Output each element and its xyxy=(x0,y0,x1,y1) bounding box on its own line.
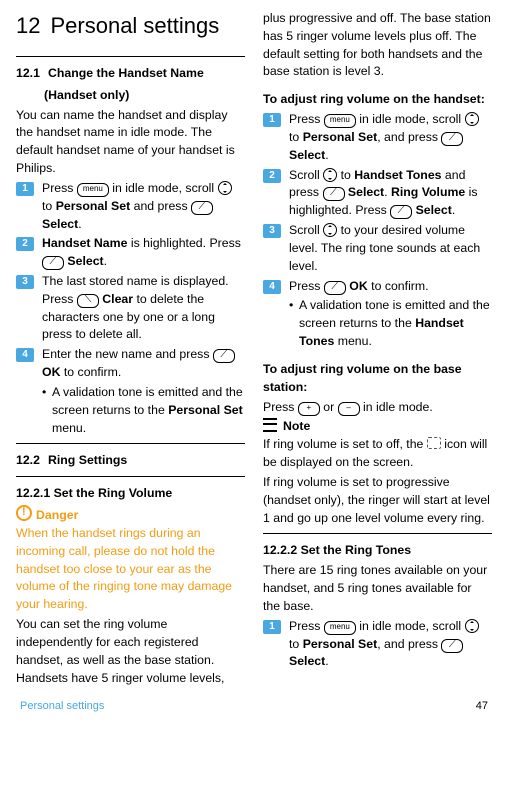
section-12-1-steps: 1 Press menu in idle mode, scroll to Per… xyxy=(16,180,245,438)
danger-text: When the handset rings during an incomin… xyxy=(16,525,245,614)
footer-section: Personal settings xyxy=(20,699,104,715)
plus-key-icon: + xyxy=(298,402,320,416)
menu-key-icon: menu xyxy=(324,114,356,128)
step-badge: 1 xyxy=(263,113,281,127)
step-4-note: • A validation tone is emitted and the s… xyxy=(16,384,245,437)
left-softkey-icon xyxy=(42,256,64,270)
chapter-number: 12 xyxy=(16,10,40,42)
left-softkey-icon xyxy=(441,639,463,653)
rt-step-1: 1 Press menu in idle mode, scroll to Per… xyxy=(263,618,492,671)
section-12-1-heading: 12.1Change the Handset Name xyxy=(16,65,245,83)
hs-step-4-note: • A validation tone is emitted and the s… xyxy=(263,297,492,350)
footer-page-number: 47 xyxy=(476,699,488,715)
hs-step-1: 1 Press menu in idle mode, scroll to Per… xyxy=(263,111,492,164)
section-12-2-heading: 12.2Ring Settings xyxy=(16,452,245,470)
divider xyxy=(263,533,492,534)
nav-key-icon xyxy=(465,619,479,633)
step-2: 2 Handset Name is highlighted. Press Sel… xyxy=(16,235,245,271)
step-badge: 4 xyxy=(263,280,281,294)
divider xyxy=(16,476,245,477)
step-1: 1 Press menu in idle mode, scroll to Per… xyxy=(16,180,245,233)
section-12-1-subheading: (Handset only) xyxy=(16,87,245,105)
menu-key-icon: menu xyxy=(324,621,356,635)
step-badge: 2 xyxy=(16,237,34,251)
right-column: plus progressive and off. The base stati… xyxy=(263,10,492,689)
step-badge: 1 xyxy=(263,620,281,634)
step-4: 4 Enter the new name and press OK to con… xyxy=(16,346,245,382)
handset-volume-steps: 1 Press menu in idle mode, scroll to Per… xyxy=(263,111,492,351)
volume-off-icon xyxy=(427,437,441,449)
left-softkey-icon xyxy=(441,132,463,146)
nav-key-icon xyxy=(218,181,232,195)
chapter-heading: 12 Personal settings xyxy=(16,10,245,42)
left-softkey-icon xyxy=(191,201,213,215)
section-12-2-2-steps: 1 Press menu in idle mode, scroll to Per… xyxy=(263,618,492,671)
section-12-1-intro: You can name the handset and display the… xyxy=(16,107,245,178)
step-badge: 3 xyxy=(16,275,34,289)
step-badge: 4 xyxy=(16,348,34,362)
left-softkey-icon xyxy=(323,187,345,201)
hs-step-4: 4 Press OK to confirm. xyxy=(263,278,492,296)
note-1: If ring volume is set to off, the icon w… xyxy=(263,436,492,472)
ring-volume-intro-p1: You can set the ring volume independentl… xyxy=(16,616,245,687)
step-badge: 1 xyxy=(16,182,34,196)
divider xyxy=(16,56,245,57)
nav-key-icon xyxy=(465,112,479,126)
section-12-2-1-heading: 12.2.1 Set the Ring Volume xyxy=(16,485,245,503)
right-softkey-icon xyxy=(77,294,99,308)
divider xyxy=(16,443,245,444)
section-12-2-2-intro: There are 15 ring tones available on you… xyxy=(263,562,492,615)
danger-heading: Danger xyxy=(16,505,245,525)
page-footer: Personal settings 47 xyxy=(0,697,508,723)
nav-key-icon xyxy=(323,223,337,237)
ring-volume-intro-p2: plus progressive and off. The base stati… xyxy=(263,10,492,81)
step-badge: 3 xyxy=(263,224,281,238)
step-3: 3 The last stored name is displayed. Pre… xyxy=(16,273,245,344)
step-badge: 2 xyxy=(263,169,281,183)
left-column: 12Personal settings 12.1Change the Hands… xyxy=(16,10,245,689)
hs-step-3: 3 Scroll to your desired volume level. T… xyxy=(263,222,492,275)
menu-key-icon: menu xyxy=(77,183,109,197)
base-volume-instruction: Press + or – in idle mode. xyxy=(263,399,492,417)
chapter-title: Personal settings xyxy=(50,13,219,38)
hs-step-2: 2 Scroll to Handset Tones and press Sele… xyxy=(263,167,492,220)
danger-icon xyxy=(16,505,32,521)
handset-volume-heading: To adjust ring volume on the handset: xyxy=(263,91,492,109)
left-softkey-icon xyxy=(324,281,346,295)
left-softkey-icon xyxy=(213,349,235,363)
minus-key-icon: – xyxy=(338,402,360,416)
page-body: 12Personal settings 12.1Change the Hands… xyxy=(0,0,508,697)
nav-key-icon xyxy=(323,168,337,182)
base-volume-heading: To adjust ring volume on the base statio… xyxy=(263,361,492,397)
note-icon xyxy=(263,418,277,432)
note-2: If ring volume is set to progressive (ha… xyxy=(263,474,492,527)
note-heading: Note xyxy=(263,418,492,436)
left-softkey-icon xyxy=(390,205,412,219)
section-12-2-2-heading: 12.2.2 Set the Ring Tones xyxy=(263,542,492,560)
